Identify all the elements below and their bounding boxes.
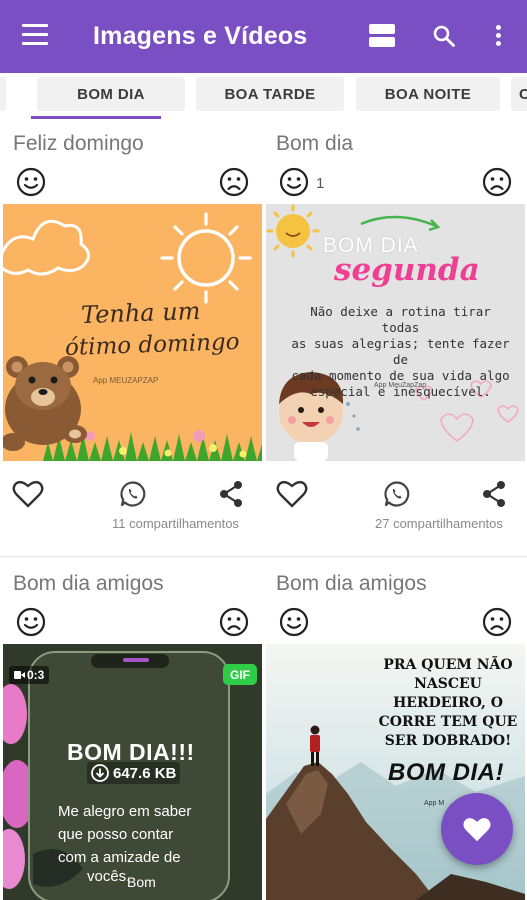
share-icon[interactable]: [481, 480, 507, 513]
heart-filled-icon: [463, 817, 491, 841]
menu-icon[interactable]: [22, 24, 48, 46]
post-title: Bom dia amigos: [276, 572, 427, 595]
video-duration: 0:3: [9, 666, 50, 684]
download-size[interactable]: 647.6 KB: [87, 762, 181, 784]
shares-count: 11 compartilhamentos: [112, 516, 239, 531]
image-body: PRA QUEM NÃO NASCEU HERDEIRO, O CORRE TE…: [378, 657, 518, 749]
post-card: Bom dia 1 BOM DIA segunda Não deixe a ro…: [266, 122, 525, 552]
image-heading-script: segunda: [334, 252, 480, 288]
post-image[interactable]: Tenha um ótimo domingo App MEUZAPZAP: [3, 204, 262, 461]
post-title: Feliz domingo: [13, 132, 144, 155]
post-title: Bom dia: [276, 132, 354, 155]
heart-icon[interactable]: [276, 479, 308, 514]
tab-bom-dia[interactable]: BOM DIA: [37, 77, 185, 111]
post-image[interactable]: BOM DIA segunda Não deixe a rotina tirar…: [266, 204, 525, 461]
whatsapp-icon[interactable]: [383, 480, 411, 513]
whatsapp-icon[interactable]: [119, 480, 147, 513]
favorites-fab[interactable]: [441, 793, 513, 865]
image-tail: vocês.: [87, 868, 131, 885]
likes-count: 1: [316, 175, 325, 192]
image-body: Me alegro em saber que posso contar com …: [58, 803, 192, 866]
image-credit: App MeuZapZap: [374, 382, 427, 389]
view-toggle-icon[interactable]: [369, 24, 395, 48]
app-bar: Imagens e Vídeos: [0, 0, 527, 73]
smile-face-icon[interactable]: [16, 167, 46, 197]
heart-icon[interactable]: [12, 479, 44, 514]
smile-face-icon[interactable]: [16, 607, 46, 637]
image-tail-2: Bom: [127, 874, 156, 890]
search-icon[interactable]: [432, 24, 456, 48]
tab-boa-noite[interactable]: BOA NOITE: [356, 77, 500, 111]
tab-previous[interactable]: S: [0, 77, 6, 111]
row-divider: [0, 556, 527, 557]
post-card: Feliz domingo Tenha um ótimo domingo App…: [3, 122, 262, 552]
download-icon: [91, 764, 109, 782]
sad-face-icon[interactable]: [219, 167, 249, 197]
sad-face-icon[interactable]: [482, 607, 512, 637]
share-icon[interactable]: [218, 480, 244, 513]
post-image[interactable]: 0:3 GIF BOM DIA!!! 647.6 KB Me alegro em…: [3, 644, 262, 900]
image-text-line1: Tenha um: [80, 296, 201, 330]
sad-face-icon[interactable]: [482, 167, 512, 197]
image-heading: BOM DIA!: [388, 759, 504, 786]
image-credit: App MEUZAPZAP: [93, 376, 159, 385]
gif-badge: GIF: [223, 664, 257, 685]
post-title: Bom dia amigos: [13, 572, 164, 595]
shares-count: 27 compartilhamentos: [375, 516, 503, 531]
image-credit: App M: [424, 800, 445, 807]
selected-tab-indicator: [31, 116, 161, 119]
smile-face-icon[interactable]: [279, 167, 309, 197]
page-title: Imagens e Vídeos: [93, 22, 308, 50]
tab-boa-tarde[interactable]: BOA TARDE: [196, 77, 344, 111]
smile-face-icon[interactable]: [279, 607, 309, 637]
category-tabs: S BOM DIA BOA TARDE BOA NOITE C: [0, 73, 527, 120]
more-options-icon[interactable]: [494, 25, 502, 49]
sad-face-icon[interactable]: [219, 607, 249, 637]
tab-next[interactable]: C: [511, 77, 527, 111]
post-card: Bom dia amigos 0:3 GIF BOM DIA!!! 647.6 …: [3, 562, 262, 900]
